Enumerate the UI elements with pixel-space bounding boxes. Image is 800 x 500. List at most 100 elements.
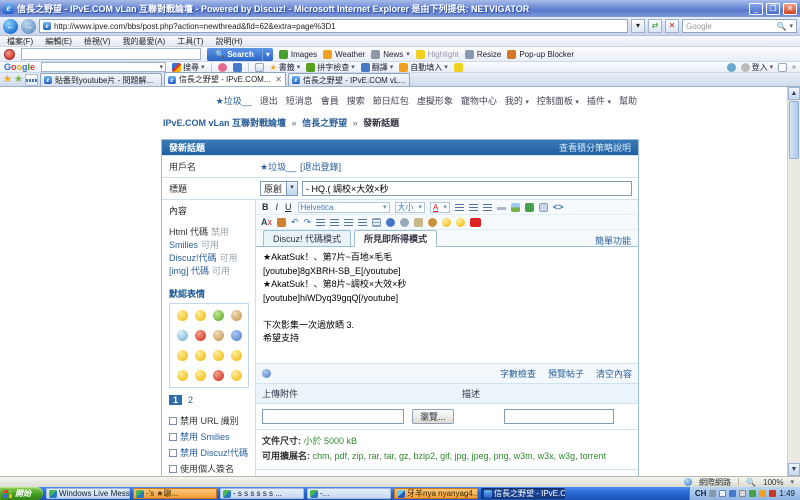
- smilies-label[interactable]: Smilies: [169, 240, 198, 250]
- align-right-icon[interactable]: [483, 204, 492, 211]
- update-tray-icon[interactable]: [759, 490, 766, 497]
- network-tray-icon[interactable]: [729, 490, 736, 497]
- checkbox-icon[interactable]: [169, 433, 177, 441]
- smilies-page-1[interactable]: 1: [169, 395, 182, 405]
- gtb-donut-icon[interactable]: [218, 63, 227, 72]
- quick-tabs-button[interactable]: [25, 74, 38, 86]
- credit-policy-link[interactable]: 查看積分策略說明: [559, 141, 631, 154]
- align-left-icon[interactable]: [455, 204, 464, 211]
- task-chat-2[interactable]: - s s s s s s ...: [220, 488, 304, 499]
- wordcount-icon[interactable]: [262, 369, 271, 378]
- smiley-icon[interactable]: [195, 330, 206, 341]
- nav-avatar[interactable]: 虛擬形象: [417, 94, 453, 107]
- quote-icon[interactable]: [539, 203, 548, 212]
- close-button[interactable]: ✕: [783, 3, 797, 15]
- printer-tray-icon[interactable]: [709, 490, 716, 497]
- zoom-level[interactable]: 100%: [763, 478, 783, 487]
- tab-3[interactable]: e 信長之野望 - IPvE.COM vL...: [288, 73, 410, 86]
- size-select[interactable]: 大小▾: [395, 202, 426, 213]
- unordered-list-icon[interactable]: [330, 219, 339, 226]
- tab-close-icon[interactable]: ✕: [275, 75, 282, 84]
- breadcrumb-forum-link[interactable]: 信長之野望: [302, 118, 347, 128]
- preview-link[interactable]: 預覽帖子: [548, 367, 584, 380]
- stop-button[interactable]: ✕: [665, 19, 679, 33]
- toolbar-search-dropdown[interactable]: ▾: [262, 48, 273, 61]
- toolbar-highlight[interactable]: Highlight: [416, 50, 459, 59]
- link-icon[interactable]: [386, 218, 395, 227]
- insert-image-icon[interactable]: [511, 203, 520, 212]
- ordered-list-icon[interactable]: [316, 219, 325, 226]
- nav-logout[interactable]: 退出: [260, 94, 278, 107]
- window-tray-icon[interactable]: [719, 490, 726, 497]
- clock[interactable]: 1:49: [779, 489, 795, 498]
- username-link[interactable]: ★垃圾__: [260, 160, 296, 173]
- menu-edit[interactable]: 編輯(E): [45, 36, 72, 47]
- option-use-signature[interactable]: 使用個人簽名: [169, 462, 251, 475]
- nav-plugins-menu[interactable]: 插件 ▾: [587, 94, 611, 107]
- refresh-button[interactable]: ⇄: [648, 19, 662, 33]
- browse-button[interactable]: 瀏覽...: [412, 409, 454, 424]
- gtb-box-icon[interactable]: [778, 63, 787, 72]
- forward-button[interactable]: →: [21, 19, 36, 34]
- font-select[interactable]: Helvetica▾: [298, 202, 390, 213]
- start-button[interactable]: 開始: [0, 487, 43, 500]
- smiley-icon[interactable]: [231, 350, 242, 361]
- address-dropdown-button[interactable]: ▾: [631, 19, 645, 33]
- gtb-search-button[interactable]: 搜尋▾: [172, 62, 205, 73]
- undo-icon[interactable]: ↶: [291, 217, 299, 228]
- task-chat-1[interactable]: -'s ★聊...: [133, 488, 217, 499]
- other-options-row[interactable]: 其他信息: [256, 469, 638, 476]
- favorites-center-icon[interactable]: ★: [3, 73, 12, 86]
- nav-messages[interactable]: 短消息: [286, 94, 313, 107]
- indent-icon[interactable]: [358, 219, 367, 226]
- shield-tray-icon[interactable]: [749, 490, 756, 497]
- bold-button[interactable]: B: [261, 202, 270, 212]
- insert-code-icon[interactable]: <>: [553, 202, 564, 212]
- message-textarea[interactable]: ★AkatSuk！、第7片~百地×毛毛 [youtube]8gXBRH-SB_E…: [256, 247, 638, 363]
- toolbar-logo-icon[interactable]: [4, 49, 15, 60]
- smiley-icon[interactable]: [213, 310, 224, 321]
- toolbar-search-input[interactable]: [21, 48, 201, 60]
- subject-input[interactable]: [302, 181, 632, 196]
- zoom-dropdown-icon[interactable]: ▾: [790, 478, 794, 486]
- discuz-code-label[interactable]: Discuz!代碼: [169, 253, 217, 263]
- smilies-page-2[interactable]: 2: [186, 395, 195, 405]
- option-disable-discuzcode[interactable]: 禁用 Discuz!代碼: [169, 446, 251, 459]
- gtb-translate[interactable]: 翻譯▾: [361, 62, 394, 73]
- task-messenger[interactable]: Windows Live Messen...: [46, 488, 130, 499]
- word-count-link[interactable]: 字數檢查: [500, 367, 536, 380]
- insert-smiley2-icon[interactable]: [456, 218, 465, 227]
- gtb-autofill[interactable]: 自動填入▾: [399, 62, 448, 73]
- table-icon[interactable]: [372, 218, 381, 227]
- toolbar-overflow-chevron[interactable]: »: [792, 64, 796, 71]
- back-button[interactable]: ←: [3, 19, 18, 34]
- thread-type-select[interactable]: 原創▾: [260, 181, 298, 196]
- scroll-down-button[interactable]: ▼: [788, 463, 800, 476]
- checkbox-icon[interactable]: [169, 417, 177, 425]
- nav-my-menu[interactable]: 我的 ▾: [505, 94, 529, 107]
- antivirus-tray-icon[interactable]: [769, 490, 776, 497]
- outdent-icon[interactable]: [344, 219, 353, 226]
- menu-favorites[interactable]: 我的最愛(A): [123, 36, 166, 47]
- file-input[interactable]: [262, 409, 404, 424]
- task-chat-3[interactable]: -...: [307, 488, 391, 499]
- option-disable-smilies[interactable]: 禁用 Smilies: [169, 430, 251, 443]
- flash-media-icon[interactable]: [428, 218, 437, 227]
- email-icon[interactable]: [414, 218, 423, 227]
- nav-search[interactable]: 搜索: [347, 94, 365, 107]
- insert-smiley-icon[interactable]: [442, 218, 451, 227]
- add-favorite-icon[interactable]: ★: [14, 73, 23, 86]
- smiley-icon[interactable]: [213, 330, 224, 341]
- google-toolbar-input[interactable]: ▾: [41, 62, 166, 72]
- minimize-button[interactable]: _: [749, 3, 763, 15]
- language-indicator[interactable]: CH: [695, 489, 707, 498]
- attachment-description-input[interactable]: [504, 409, 614, 424]
- nav-username[interactable]: ★垃圾__: [216, 94, 252, 107]
- smiley-icon[interactable]: [195, 370, 206, 381]
- task-ie-active[interactable]: 信長之野望 - IPvE.C...: [481, 488, 565, 499]
- nav-help[interactable]: 幫助: [619, 94, 637, 107]
- google-search-box[interactable]: Google 🔍 ▾: [682, 19, 797, 33]
- gtb-spellcheck[interactable]: 拼字檢查▾: [306, 62, 355, 73]
- toolbar-popup-blocker[interactable]: Pop-up Blocker: [507, 50, 574, 59]
- brush-icon[interactable]: [277, 218, 286, 227]
